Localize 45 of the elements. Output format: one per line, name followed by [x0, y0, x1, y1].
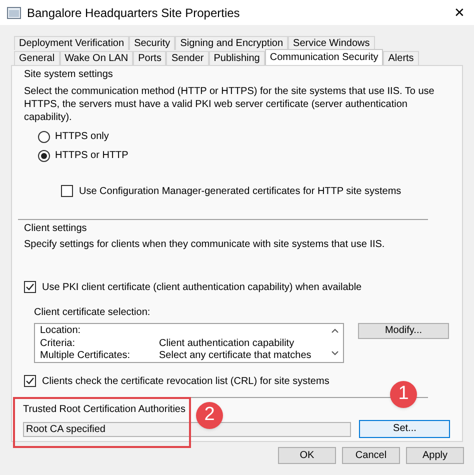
section-heading: Site system settings	[24, 68, 114, 82]
tab[interactable]: Alerts	[383, 51, 419, 65]
list-item-value: Client authentication capability	[159, 338, 294, 350]
checkbox-label: Use Configuration Manager-generated certificates for HTTP site systems	[79, 184, 402, 198]
dialog-button[interactable]: OK	[278, 447, 336, 464]
close-button[interactable]: ✕	[454, 2, 465, 22]
section-heading: Client settings	[24, 222, 88, 236]
root-ca-field[interactable]: Root CA specified	[23, 422, 352, 436]
dialog-button[interactable]: Cancel	[342, 447, 400, 464]
checkbox-label: Use PKI client certificate (client authentication capability) when available	[42, 280, 362, 294]
scroll-down-icon[interactable]	[331, 351, 339, 356]
radio-label: HTTPS or HTTP	[55, 149, 128, 163]
certificate-list[interactable]: Location: Criteria: Client authentication capability Multiple Certificates: Select any certificate that matches	[34, 323, 344, 363]
description-text: Specify settings for clients when they communicate with site systems that use IIS.	[24, 238, 386, 252]
tab[interactable]: Service Windows	[288, 36, 375, 50]
field-label: Client certificate selection:	[34, 306, 152, 320]
list-item-name: Criteria:	[40, 338, 76, 350]
checkbox[interactable]	[24, 375, 36, 387]
tab[interactable]: Ports	[133, 51, 166, 65]
radio-label: HTTPS only	[55, 130, 109, 144]
tab[interactable]: Wake On LAN	[60, 51, 134, 65]
list-item-name: Multiple Certificates:	[40, 350, 132, 362]
set-button[interactable]: Set...	[359, 420, 450, 438]
scroll-up-icon[interactable]	[331, 328, 339, 333]
window-title: Bangalore Headquarters Site Properties	[27, 4, 241, 22]
tab[interactable]: General	[14, 51, 60, 65]
tab[interactable]: Publishing	[208, 51, 265, 65]
tab[interactable]: Signing and Encryption	[175, 36, 288, 50]
tab[interactable]: Deployment Verification	[14, 36, 130, 50]
checkbox[interactable]	[61, 185, 73, 197]
tab[interactable]: Communication Security	[264, 49, 384, 65]
modify-button[interactable]: Modify...	[358, 323, 449, 339]
checkbox[interactable]	[24, 281, 36, 293]
checkbox-label: Clients check the certificate revocation list (CRL) for site systems	[42, 374, 330, 388]
list-item-name: Location:	[40, 325, 82, 338]
description-text: Select the communication method (HTTP or HTTPS) for the site systems that use IIS. To use HTTPS, the servers must have a valid PKI web server certificate (server authentication capability).	[24, 85, 436, 124]
checkmark-icon	[25, 376, 35, 386]
checkmark-icon	[25, 282, 35, 292]
section-heading: Trusted Root Certification Authorities	[23, 403, 186, 417]
radio-button[interactable]	[38, 150, 50, 162]
tab[interactable]: Sender	[166, 51, 209, 65]
radio-button[interactable]	[38, 130, 50, 142]
list-item-value: Select any certificate that matches	[159, 350, 312, 362]
window-icon	[7, 6, 21, 18]
dialog-button[interactable]: Apply	[406, 447, 464, 464]
